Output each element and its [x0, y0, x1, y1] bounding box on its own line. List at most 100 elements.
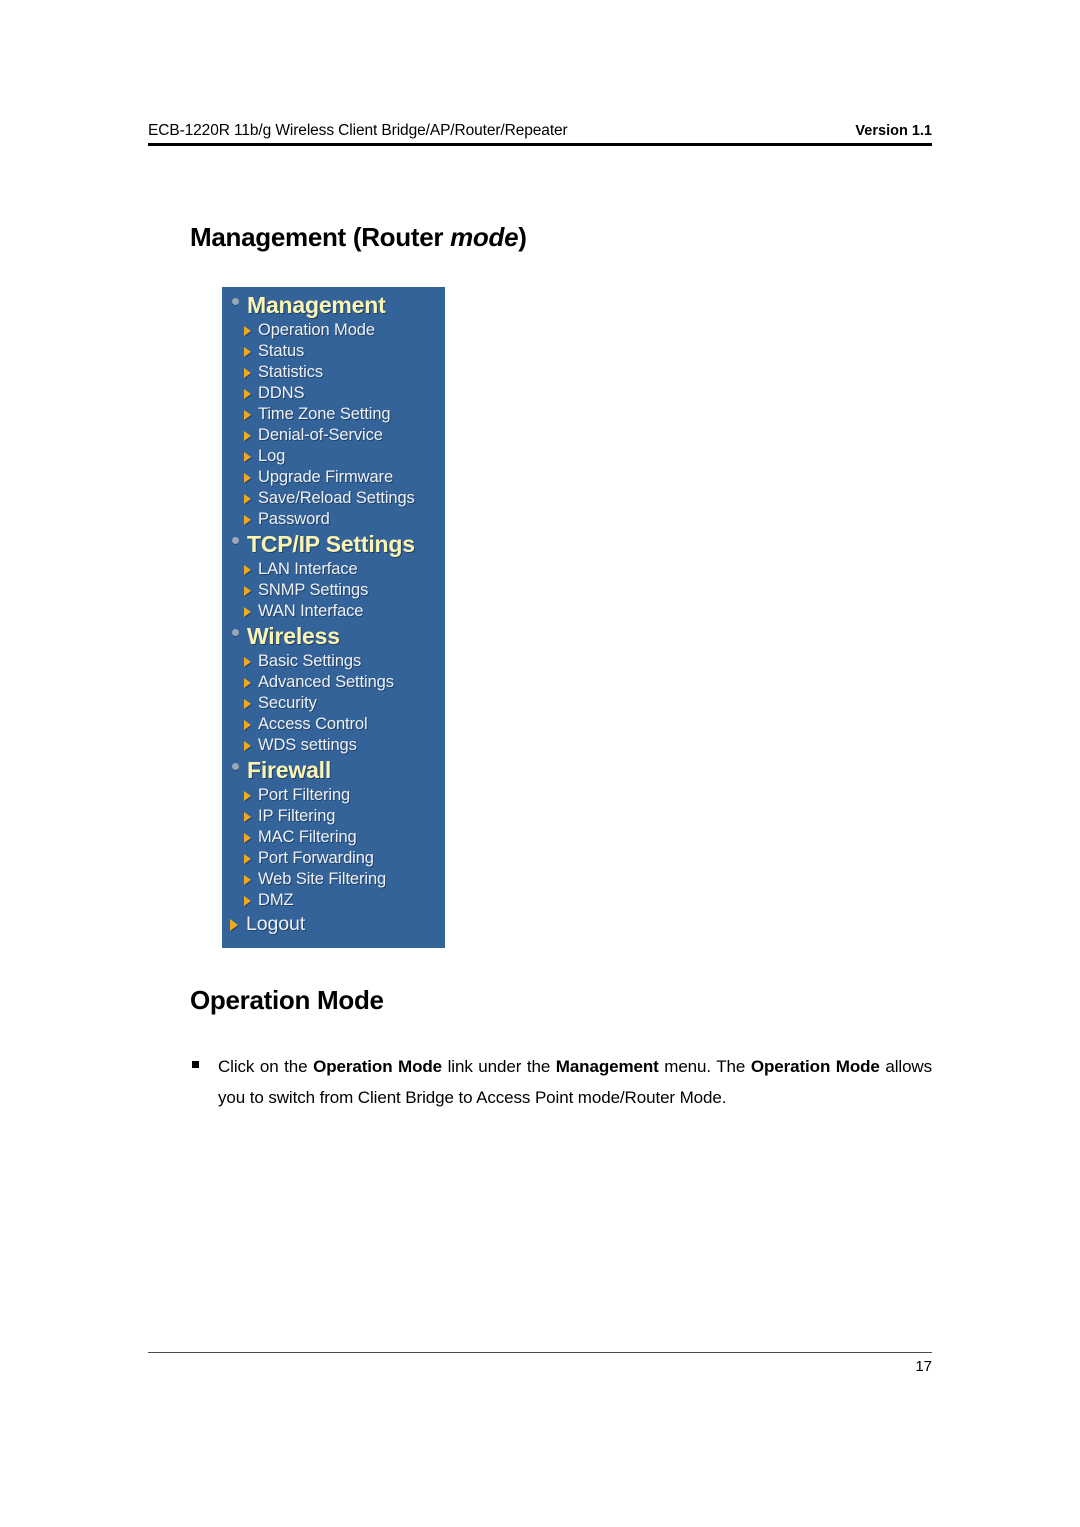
arrow-bullet-icon: [244, 832, 251, 843]
nav-item-mac-filtering[interactable]: MAC Filtering: [222, 827, 445, 848]
nav-item-log[interactable]: Log: [222, 446, 445, 467]
nav-section-heading-firewall: Firewall: [222, 756, 445, 785]
nav-item-basic-settings[interactable]: Basic Settings: [222, 651, 445, 672]
document-running-header: ECB-1220R 11b/g Wireless Client Bridge/A…: [148, 122, 932, 140]
paragraph-run-5: Operation Mode: [750, 1057, 880, 1076]
nav-item-statistics[interactable]: Statistics: [222, 362, 445, 383]
section-dot-icon: [232, 536, 239, 544]
arrow-bullet-icon: [244, 451, 251, 462]
nav-item-label: DMZ: [258, 891, 294, 909]
nav-item-port-filtering[interactable]: Port Filtering: [222, 785, 445, 806]
nav-item-label: Logout: [246, 913, 306, 935]
nav-item-advanced-settings[interactable]: Advanced Settings: [222, 672, 445, 693]
paragraph-run-3: Management: [555, 1057, 659, 1076]
section-dot-icon: [232, 297, 239, 305]
nav-item-access-control[interactable]: Access Control: [222, 714, 445, 735]
arrow-bullet-icon: [244, 895, 251, 906]
page-title-operation-mode: Operation Mode: [190, 985, 384, 1015]
nav-item-web-site-filtering[interactable]: Web Site Filtering: [222, 869, 445, 890]
nav-item-label: MAC Filtering: [258, 828, 357, 846]
nav-item-label: Advanced Settings: [258, 673, 394, 691]
nav-item-label: Status: [258, 342, 305, 360]
nav-item-lan-interface[interactable]: LAN Interface: [222, 559, 445, 580]
nav-item-security[interactable]: Security: [222, 693, 445, 714]
nav-item-label: Port Forwarding: [258, 849, 374, 867]
nav-item-label: Security: [258, 694, 317, 712]
instruction-block: Click on the Operation Mode link under t…: [192, 1051, 932, 1113]
nav-item-dmz[interactable]: DMZ: [222, 890, 445, 911]
instruction-text: Click on the Operation Mode link under t…: [218, 1051, 932, 1113]
bulleted-paragraph: Click on the Operation Mode link under t…: [192, 1051, 932, 1113]
page-title-italic-word: mode: [450, 222, 519, 252]
arrow-bullet-icon: [244, 493, 251, 504]
nav-item-ip-filtering[interactable]: IP Filtering: [222, 806, 445, 827]
paragraph-run-1: Operation Mode: [313, 1057, 443, 1076]
paragraph-run-2: link under the: [442, 1057, 556, 1076]
arrow-bullet-icon: [244, 430, 251, 441]
nav-item-status[interactable]: Status: [222, 341, 445, 362]
arrow-bullet-icon: [244, 874, 251, 885]
nav-item-logout[interactable]: Logout: [222, 911, 445, 938]
nav-item-label: Password: [258, 510, 330, 528]
header-divider-rule: [148, 143, 932, 146]
page-title-management: Management (Router mode): [190, 222, 527, 253]
nav-section-label: Management: [247, 292, 386, 318]
arrow-bullet-icon: [244, 585, 251, 596]
arrow-bullet-icon: [244, 346, 251, 357]
nav-item-time-zone-setting[interactable]: Time Zone Setting: [222, 404, 445, 425]
arrow-bullet-icon: [244, 853, 251, 864]
arrow-bullet-icon: [230, 918, 238, 931]
nav-item-denial-of-service[interactable]: Denial-of-Service: [222, 425, 445, 446]
nav-item-label: Denial-of-Service: [258, 426, 383, 444]
paragraph-run-4: menu. The: [658, 1057, 751, 1076]
nav-section-heading-wireless: Wireless: [222, 622, 445, 651]
arrow-bullet-icon: [244, 367, 251, 378]
nav-section-label: Firewall: [247, 757, 332, 783]
arrow-bullet-icon: [244, 409, 251, 420]
nav-item-ddns[interactable]: DDNS: [222, 383, 445, 404]
nav-item-wds-settings[interactable]: WDS settings: [222, 735, 445, 756]
nav-item-label: Statistics: [258, 363, 324, 381]
section-dot-icon: [232, 762, 239, 770]
nav-item-port-forwarding[interactable]: Port Forwarding: [222, 848, 445, 869]
arrow-bullet-icon: [244, 514, 251, 525]
page-title-prefix: Management (Router: [190, 222, 451, 252]
nav-item-password[interactable]: Password: [222, 509, 445, 530]
footer-page-number: 17: [915, 1358, 932, 1375]
nav-section-label: TCP/IP Settings: [247, 531, 415, 557]
nav-item-upgrade-firmware[interactable]: Upgrade Firmware: [222, 467, 445, 488]
nav-item-label: Time Zone Setting: [258, 405, 391, 423]
square-bullet-icon: [192, 1061, 199, 1068]
header-product-title: ECB-1220R 11b/g Wireless Client Bridge/A…: [148, 122, 568, 139]
nav-section-label: Wireless: [247, 623, 340, 649]
arrow-bullet-icon: [244, 677, 251, 688]
arrow-bullet-icon: [244, 656, 251, 667]
header-version: Version 1.1: [855, 123, 932, 139]
nav-item-label: Operation Mode: [258, 321, 375, 339]
nav-item-label: Port Filtering: [258, 786, 351, 804]
nav-item-label: Log: [258, 447, 286, 465]
nav-item-snmp-settings[interactable]: SNMP Settings: [222, 580, 445, 601]
nav-item-label: Web Site Filtering: [258, 870, 387, 888]
router-navigation-panel: Management Operation Mode Status Statistics…: [222, 287, 445, 948]
nav-item-label: DDNS: [258, 384, 305, 402]
nav-item-label: LAN Interface: [258, 560, 358, 578]
nav-item-label: Upgrade Firmware: [258, 468, 394, 486]
nav-item-label: Save/Reload Settings: [258, 489, 415, 507]
nav-section-heading-management: Management: [222, 291, 445, 320]
arrow-bullet-icon: [244, 472, 251, 483]
nav-item-label: IP Filtering: [258, 807, 336, 825]
nav-item-label: Access Control: [258, 715, 368, 733]
arrow-bullet-icon: [244, 325, 251, 336]
nav-item-label: Basic Settings: [258, 652, 362, 670]
footer-divider-rule: [148, 1352, 932, 1353]
nav-item-operation-mode[interactable]: Operation Mode: [222, 320, 445, 341]
arrow-bullet-icon: [244, 811, 251, 822]
arrow-bullet-icon: [244, 719, 251, 730]
nav-item-label: WAN Interface: [258, 602, 364, 620]
nav-item-save-reload-settings[interactable]: Save/Reload Settings: [222, 488, 445, 509]
arrow-bullet-icon: [244, 606, 251, 617]
nav-item-wan-interface[interactable]: WAN Interface: [222, 601, 445, 622]
nav-item-label: SNMP Settings: [258, 581, 369, 599]
arrow-bullet-icon: [244, 790, 251, 801]
